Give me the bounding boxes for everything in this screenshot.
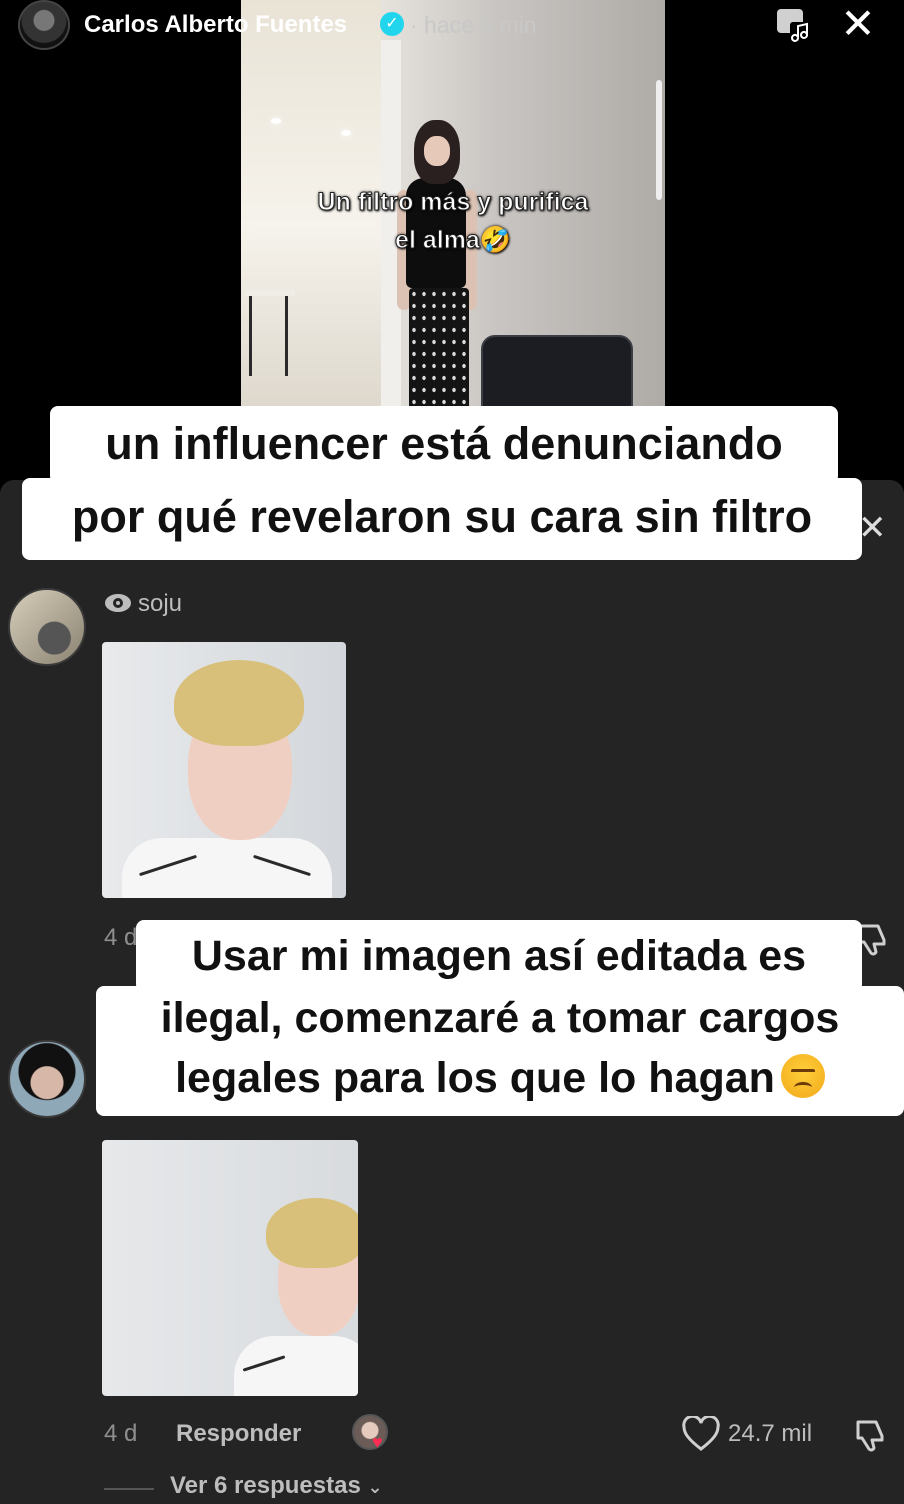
ceiling-lamp [271,118,281,124]
dislike-icon[interactable] [852,1416,890,1454]
heart-icon[interactable] [682,1416,720,1452]
eye-icon [105,594,131,612]
overlay-caption-middle-line1: Usar mi imagen así editada es [136,920,862,992]
video-scene-chair [481,335,633,412]
reply-button[interactable]: Responder [176,1420,301,1448]
like-count: 24.7 mil [728,1420,813,1447]
comment-image[interactable] [102,642,346,898]
music-playlist-icon[interactable] [776,8,812,42]
profile-username[interactable]: Carlos Alberto Fuentes [84,11,347,39]
person-pants [409,288,469,412]
sheet-close-icon[interactable]: ✕ [858,508,887,548]
video-frame[interactable]: Un filtro más y purifica el alma🤣 [241,0,665,412]
video-caption-line1: Un filtro más y purifica [317,188,589,217]
commenter-avatar[interactable] [8,1040,86,1118]
overlay-caption-top-line2: por qué revelaron su cara sin filtro [22,478,862,560]
divider [104,1488,154,1490]
comment-username-text: soju [138,590,183,617]
video-scene-table [245,290,295,380]
comment-image[interactable] [102,1140,358,1396]
profile-avatar[interactable] [18,0,70,50]
video-scene-frame [656,80,662,200]
comment-time: 4 d [104,1420,138,1447]
overlay-caption-top-line1: un influencer está denunciando [50,406,838,484]
overlay-caption-middle-line3-row: legales para los que lo hagan [96,1048,904,1108]
post-header: Carlos Alberto Fuentes ✓ · hace 6 min ✕ [0,0,904,50]
overlay-caption-middle-line3: legales para los que lo hagan [175,1054,775,1102]
commenter-avatar[interactable] [8,588,86,666]
chevron-down-icon: ⌄ [367,1477,383,1497]
view-replies-label: Ver 6 respuestas [170,1472,361,1499]
creator-heart-icon: ♥ [372,1432,383,1452]
comment-username[interactable]: soju [104,590,182,618]
person-face [424,136,450,166]
ceiling-lamp [341,130,351,136]
overlay-caption-middle-block: ilegal, comenzaré a tomar cargos legales… [96,986,904,1116]
overlay-caption-middle-line2: ilegal, comenzaré a tomar cargos [160,994,840,1042]
post-time: · hace 6 min [410,12,537,38]
video-caption-line2: el alma🤣 [395,226,512,255]
angry-face-emoji-icon [780,1054,825,1098]
verified-check-icon: ✓ [380,12,404,36]
comment-time: 4 d [104,924,138,951]
close-icon[interactable]: ✕ [838,3,878,45]
view-replies-button[interactable]: Ver 6 respuestas ⌄ [170,1472,383,1500]
